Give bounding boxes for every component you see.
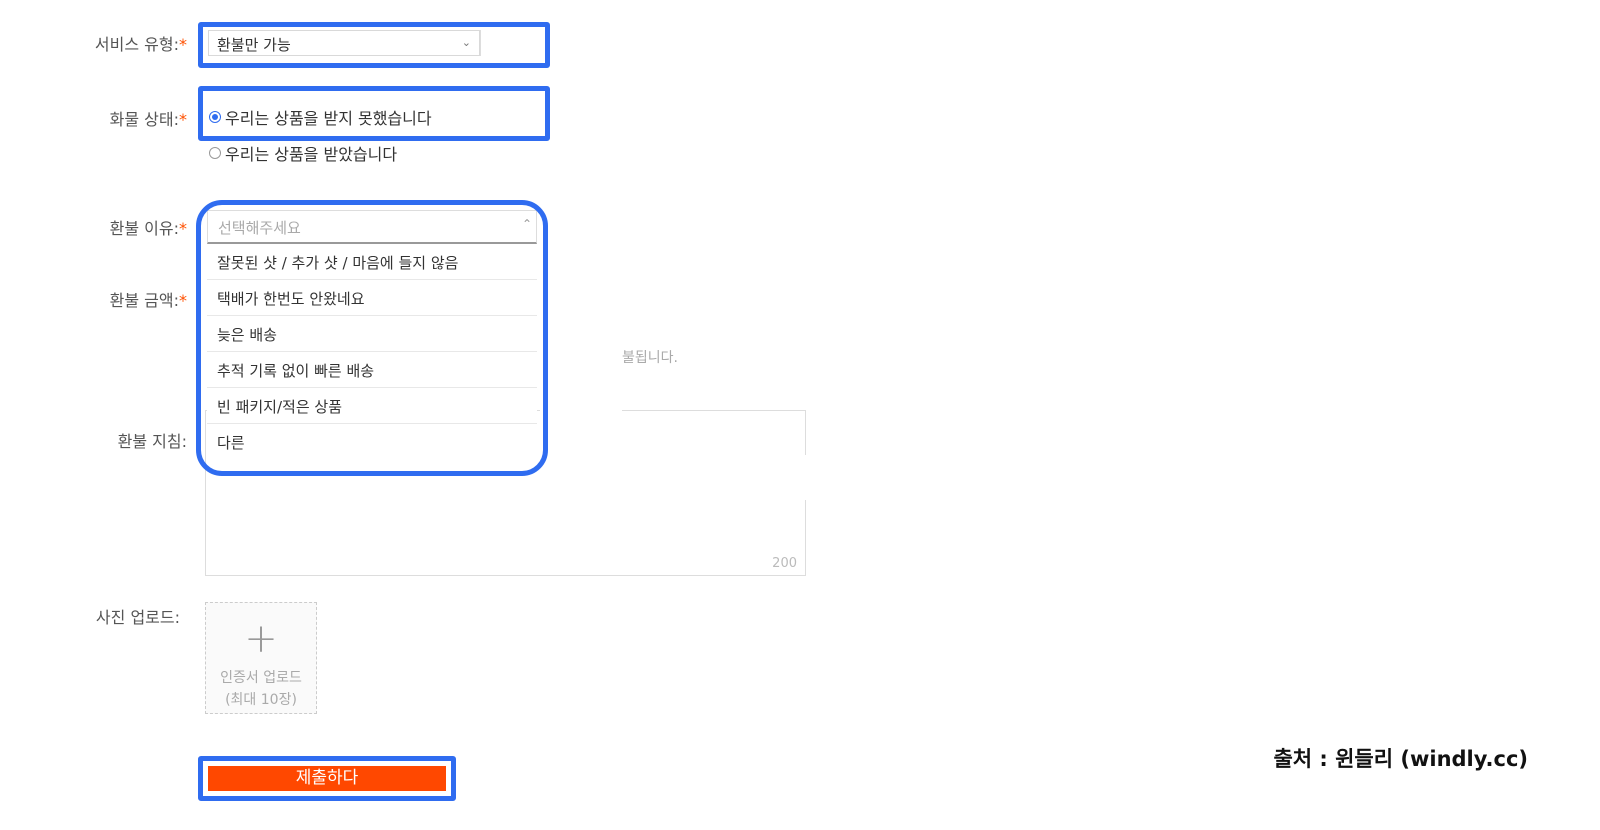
service-type-label: 서비스 유형:* — [94, 35, 187, 54]
highlight-box-service-type — [198, 22, 550, 68]
highlight-box-submit — [198, 756, 456, 801]
refund-reason-label: 환불 이유:* — [109, 219, 187, 238]
textarea-overlap-mask — [540, 408, 622, 468]
highlight-box-cargo-status — [198, 86, 550, 141]
refund-amount-hint: 불됩니다. — [622, 350, 678, 366]
photo-upload-button[interactable]: + 인증서 업로드 (최대 10장) — [205, 602, 317, 714]
radio-received[interactable]: 우리는 상품을 받았습니다 — [209, 141, 397, 165]
upload-limit: (최대 10장) — [225, 692, 297, 708]
highlight-box-refund-reason — [196, 200, 548, 476]
plus-icon: + — [244, 616, 278, 662]
cargo-status-label: 화물 상태:* — [109, 110, 187, 129]
textarea-gap — [800, 455, 810, 500]
radio-label-received: 우리는 상품을 받았습니다 — [225, 145, 398, 164]
char-limit-counter: 200 — [772, 556, 797, 571]
photo-upload-label: 사진 업로드: — [95, 608, 180, 627]
upload-label: 인증서 업로드 — [220, 670, 302, 686]
refund-guide-label: 환불 지침: — [117, 432, 187, 451]
refund-amount-label: 환불 금액:* — [109, 291, 187, 310]
radio-dot-unchecked — [209, 147, 221, 159]
source-caption: 출처 : 윈들리 (windly.cc) — [1273, 747, 1528, 771]
